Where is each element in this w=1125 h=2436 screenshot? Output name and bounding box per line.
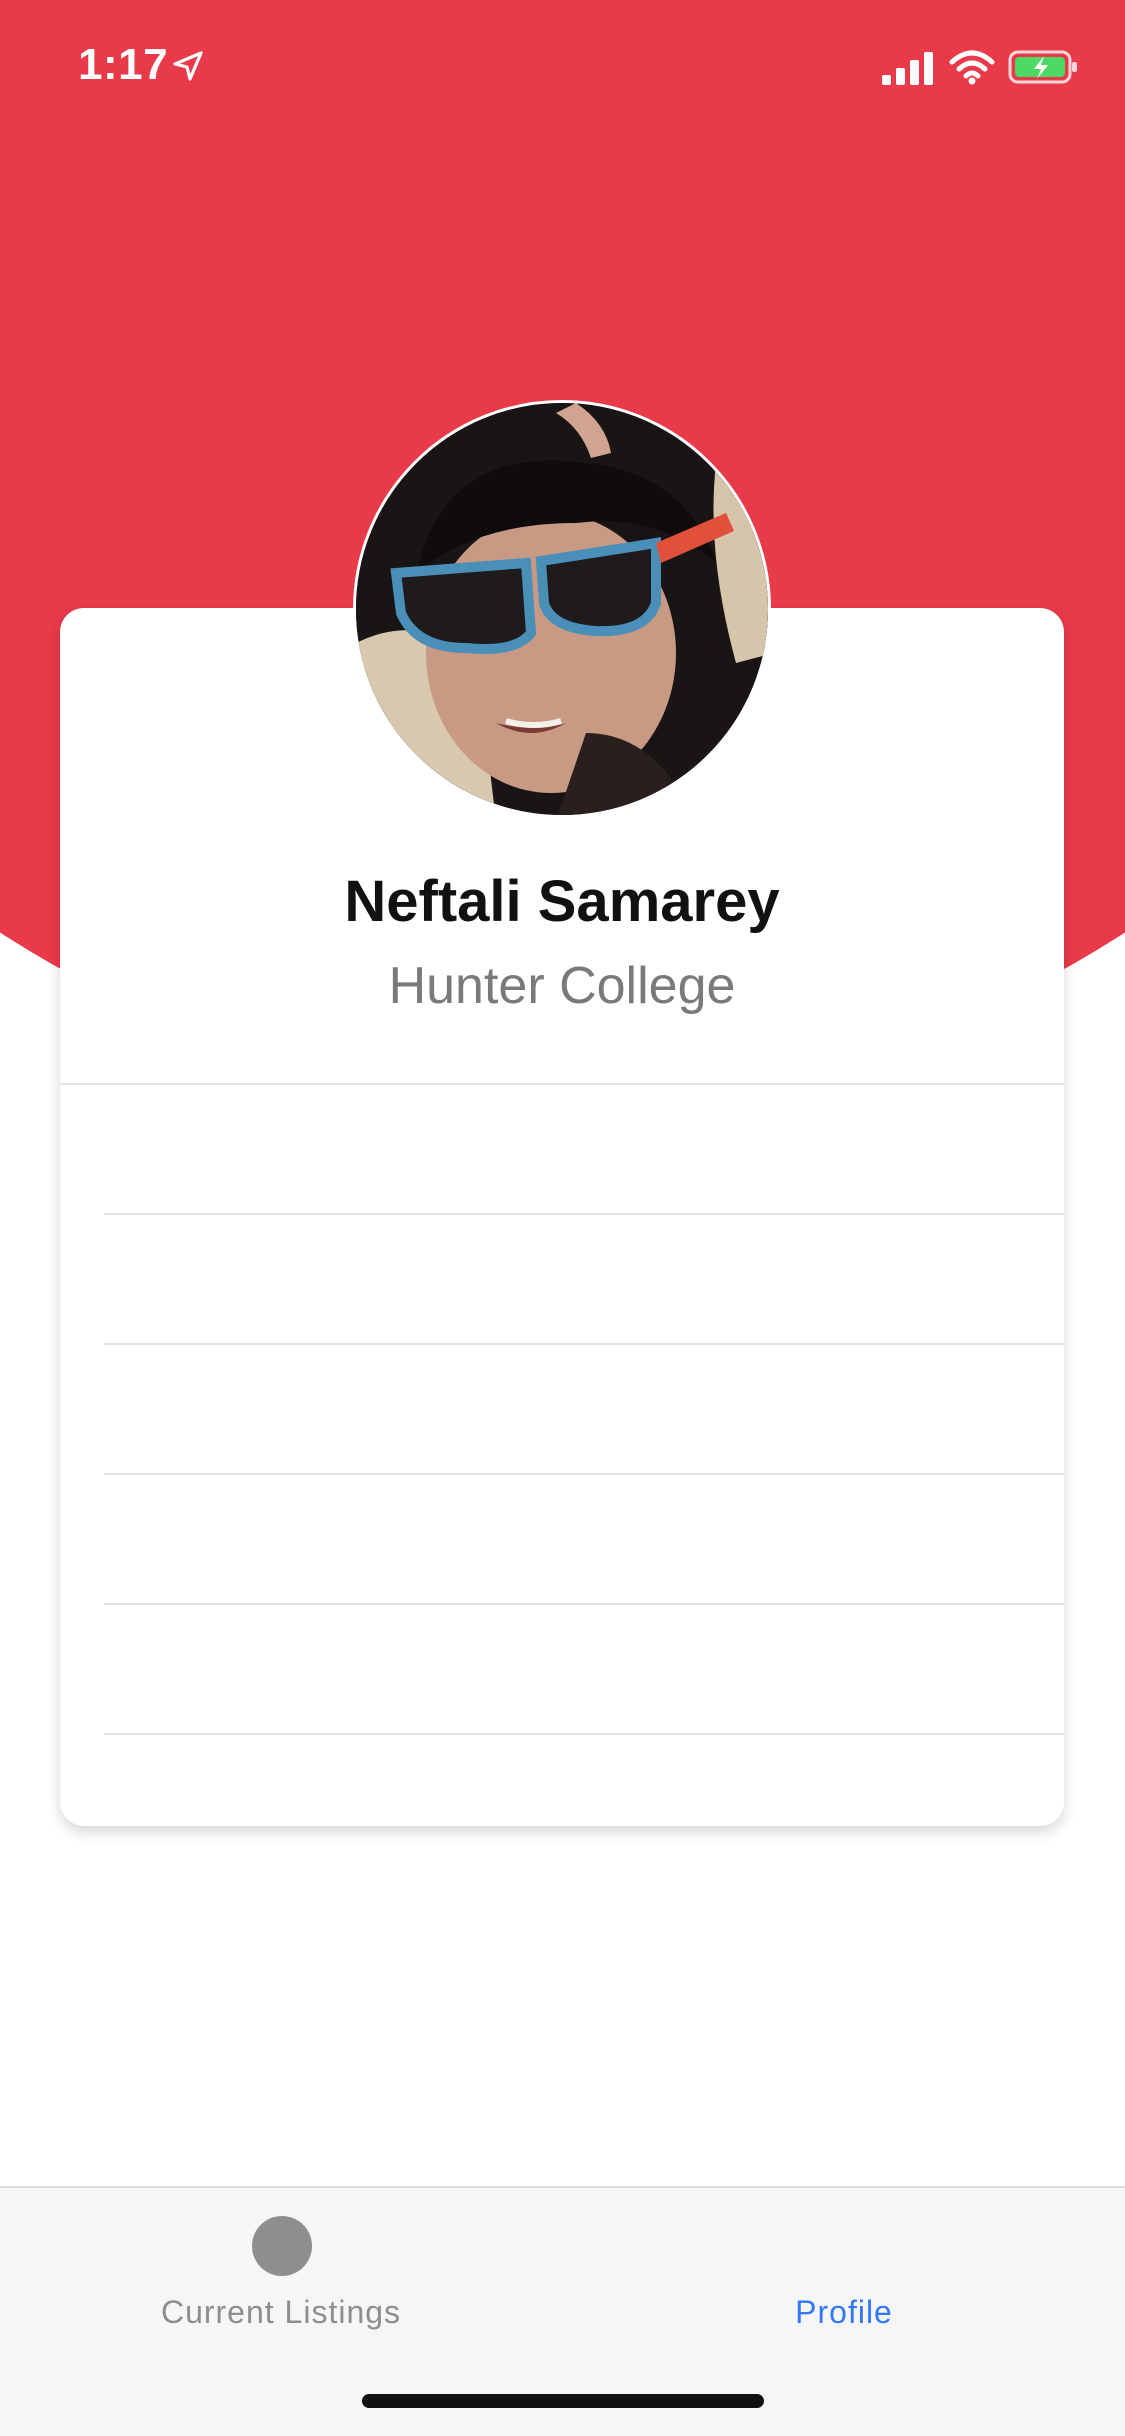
tab-profile[interactable]: Profile (683, 2188, 1005, 2368)
profile-list-row[interactable] (104, 1605, 1064, 1735)
profile-list-row[interactable] (104, 1215, 1064, 1345)
home-indicator (362, 2394, 764, 2408)
status-time: 1:17 (78, 40, 169, 89)
profile-list-row[interactable] (104, 1085, 1064, 1215)
cellular-signal-icon (882, 52, 933, 85)
avatar-photo-icon (356, 403, 768, 815)
profile-list-row[interactable] (104, 1475, 1064, 1605)
profile-list-row[interactable] (104, 1345, 1064, 1475)
tab-label-current-listings: Current Listings (160, 2294, 402, 2330)
wifi-icon (949, 50, 995, 85)
location-arrow-icon (173, 51, 203, 81)
profile-name: Neftali Samarey (344, 869, 780, 934)
status-bar: 1:17 (0, 0, 1125, 132)
circle-placeholder-icon (252, 2216, 312, 2276)
profile-avatar[interactable] (353, 400, 771, 818)
tab-label-profile: Profile (795, 2294, 893, 2330)
tab-current-listings[interactable]: Current Listings (120, 2188, 442, 2368)
profile-school: Hunter College (388, 957, 736, 1015)
profile-screen: 1:17 Neftali Samarey Hunter College Curr… (0, 0, 1125, 2436)
battery-charging-icon (1008, 50, 1077, 84)
